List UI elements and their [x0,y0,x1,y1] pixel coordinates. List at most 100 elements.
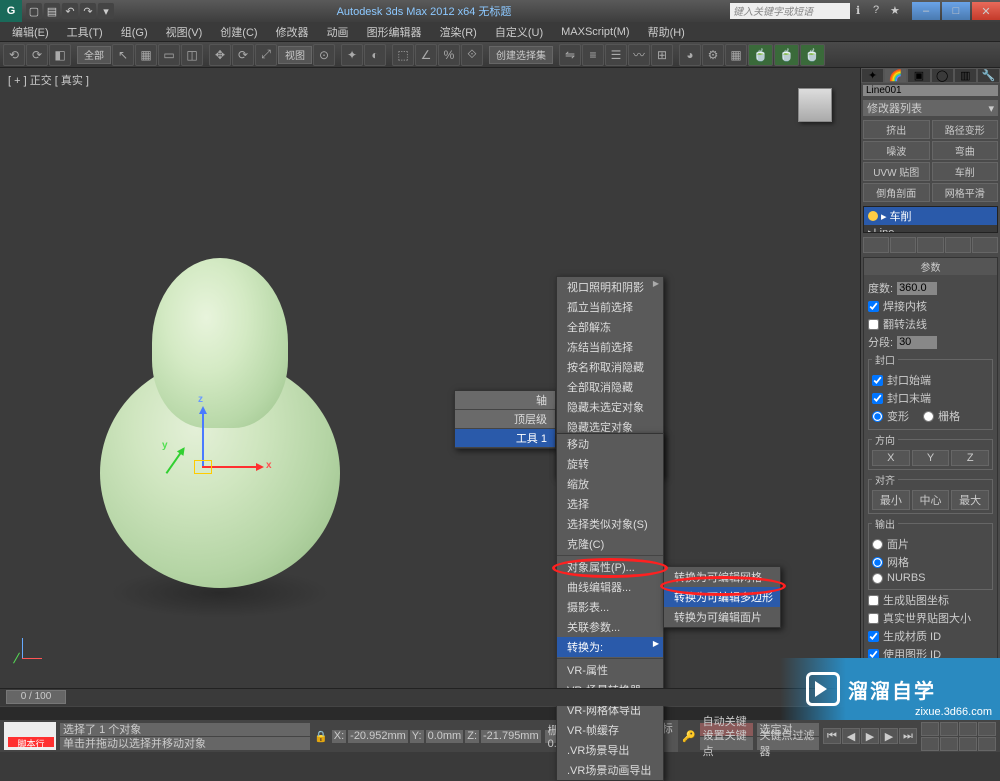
tb-renderprod-icon[interactable]: 🍵 [748,44,773,66]
z-field[interactable]: -21.795mm [481,730,541,743]
ctx-properties[interactable]: 对象属性(P)... [557,557,663,577]
ctx-dopesheet[interactable]: 摄影表... [557,597,663,617]
tb-render-icon[interactable]: 🍵 [800,44,825,66]
minimize-button[interactable]: ‒ [912,2,940,20]
viewport[interactable]: [ + ] 正交 [ 真实 ] z x y 轴 顶层级 工具 1 显示 变换 [0,68,860,688]
ctx-hide-unsel[interactable]: 隐藏未选定对象 [557,397,663,417]
modbtn-uvw[interactable]: UVW 贴图 [863,162,930,181]
goto-end-icon[interactable]: ⏭ [899,728,917,744]
y-field[interactable]: 0.0mm [426,730,464,743]
out-mesh-radio[interactable] [872,557,883,568]
tb-pivot-icon[interactable]: ⊙ [313,44,335,66]
ctx-unhide-all[interactable]: 全部取消隐藏 [557,377,663,397]
tb-scale-icon[interactable]: ⤢ [255,44,277,66]
close-button[interactable]: ✕ [972,2,1000,20]
refcoord-dropdown[interactable]: 视图 [278,46,312,64]
tb-layers-icon[interactable]: ☰ [605,44,627,66]
tb-curve-icon[interactable]: 〰 [628,44,650,66]
tab-hierarchy-icon[interactable]: ▣ [907,68,930,83]
transform-gizmo[interactable]: z x y [162,438,282,558]
qat-undo-icon[interactable]: ↶ [62,3,78,19]
dir-z-button[interactable]: Z [951,450,989,466]
tab-create-icon[interactable]: ✦ [861,68,884,83]
lock-icon[interactable]: 🔒 [314,730,328,743]
degrees-spinner[interactable]: 360.0 [897,282,937,295]
tb-window-icon[interactable]: ◫ [181,44,203,66]
menu-group[interactable]: 组(G) [113,23,156,41]
keyfilters-button[interactable]: 关键点过滤器 [757,737,819,750]
modbtn-bevelprofile[interactable]: 倒角剖面 [863,183,930,202]
ctx-viewport-lighting[interactable]: 视口照明和阴影 [557,277,663,297]
qat-redo-icon[interactable]: ↷ [80,3,96,19]
capend-checkbox[interactable] [872,393,883,404]
tab-motion-icon[interactable]: ◯ [931,68,954,83]
play-icon[interactable]: ▶ [861,728,879,744]
tb-keymode-icon[interactable]: ◐ [364,44,386,66]
tb-schematic-icon[interactable]: ⊞ [651,44,673,66]
tab-display-icon[interactable]: ▥ [954,68,977,83]
qat-new-icon[interactable]: ▢ [26,3,42,19]
vp-pan-icon[interactable] [921,737,939,751]
menu-tools[interactable]: 工具(T) [59,23,111,41]
dir-y-button[interactable]: Y [912,450,950,466]
tb-bind-icon[interactable]: ◧ [49,44,71,66]
ctx-freeze-sel[interactable]: 冻结当前选择 [557,337,663,357]
ctx-vr-framebuf[interactable]: VR-帧缓存 [557,720,663,740]
setkey-button[interactable]: 设置关键点 [700,737,753,750]
viewport-label[interactable]: [ + ] 正交 [ 真实 ] [8,72,89,88]
align-min-button[interactable]: 最小 [872,490,910,510]
tb-anglesnap-icon[interactable]: ∠ [415,44,437,66]
menu-grapheditor[interactable]: 图形编辑器 [359,23,430,41]
tb-align-icon[interactable]: ≡ [582,44,604,66]
tb-snap-icon[interactable]: ⬚ [392,44,414,66]
tb-rendersetup-icon[interactable]: ⚙ [702,44,724,66]
quad-hdr-tools[interactable]: 工具 1 [455,429,555,448]
tb-select-icon[interactable]: ↖ [112,44,134,66]
menu-view[interactable]: 视图(V) [158,23,211,41]
vp-zoomext-icon[interactable] [959,722,977,736]
named-selset-dropdown[interactable]: 创建选择集 [489,46,553,64]
quad-hdr-axis[interactable]: 轴 [455,391,555,410]
stack-config-icon[interactable] [972,237,998,253]
ctx-select-similar[interactable]: 选择类似对象(S) [557,514,663,534]
stack-remove-icon[interactable] [945,237,971,253]
next-frame-icon[interactable]: ▶ [880,728,898,744]
ctx-isolate[interactable]: 孤立当前选择 [557,297,663,317]
stack-pin-icon[interactable] [863,237,889,253]
ctx-to-editpoly[interactable]: 转换为可编辑多边形 [664,587,780,607]
menu-modifiers[interactable]: 修改器 [268,23,317,41]
tb-move-icon[interactable]: ✥ [209,44,231,66]
align-center-button[interactable]: 中心 [912,490,950,510]
weld-checkbox[interactable] [868,301,879,312]
stack-item-lathe[interactable]: ▸车削 [864,207,997,225]
tab-modify-icon[interactable]: 🌈 [884,68,907,83]
out-nurbs-radio[interactable] [872,573,883,584]
ctx-vr-props[interactable]: VR-属性 [557,660,663,680]
vp-orbit-icon[interactable] [940,737,958,751]
selection-filter-dropdown[interactable]: 全部 [77,46,111,64]
x-field[interactable]: -20.952mm [348,730,408,743]
ctx-vr-anim-export[interactable]: .VR场景动画导出 [557,760,663,780]
menu-render[interactable]: 渲染(R) [432,23,485,41]
vp-fov-icon[interactable] [978,722,996,736]
menu-anim[interactable]: 动画 [319,23,357,41]
rollout-header-params[interactable]: 参数 [864,258,997,275]
qat-dropdown-icon[interactable]: ▾ [98,3,114,19]
vp-region-icon[interactable] [978,737,996,751]
object-name-field[interactable]: Line001 [863,85,998,96]
tb-material-icon[interactable]: ◕ [679,44,701,66]
ctx-to-editpatch[interactable]: 转换为可编辑面片 [664,607,780,627]
tb-mirror-icon[interactable]: ⇋ [559,44,581,66]
modifier-list-dropdown[interactable]: 修改器列表▾ [863,100,998,116]
ctx-to-editmesh[interactable]: 转换为可编辑网格 [664,567,780,587]
ctx-clone[interactable]: 克隆(C) [557,534,663,554]
tb-renderiter-icon[interactable]: 🍵 [774,44,799,66]
modbtn-extrude[interactable]: 挤出 [863,120,930,139]
tb-select-link-icon[interactable]: ⟲ [3,44,25,66]
vp-maximize-icon[interactable] [959,737,977,751]
modbtn-meshsmooth[interactable]: 网格平滑 [932,183,999,202]
morph-radio[interactable] [872,411,883,422]
vp-zoom-icon[interactable] [921,722,939,736]
menu-edit[interactable]: 编辑(E) [4,23,57,41]
menu-maxscript[interactable]: MAXScript(M) [553,25,637,39]
